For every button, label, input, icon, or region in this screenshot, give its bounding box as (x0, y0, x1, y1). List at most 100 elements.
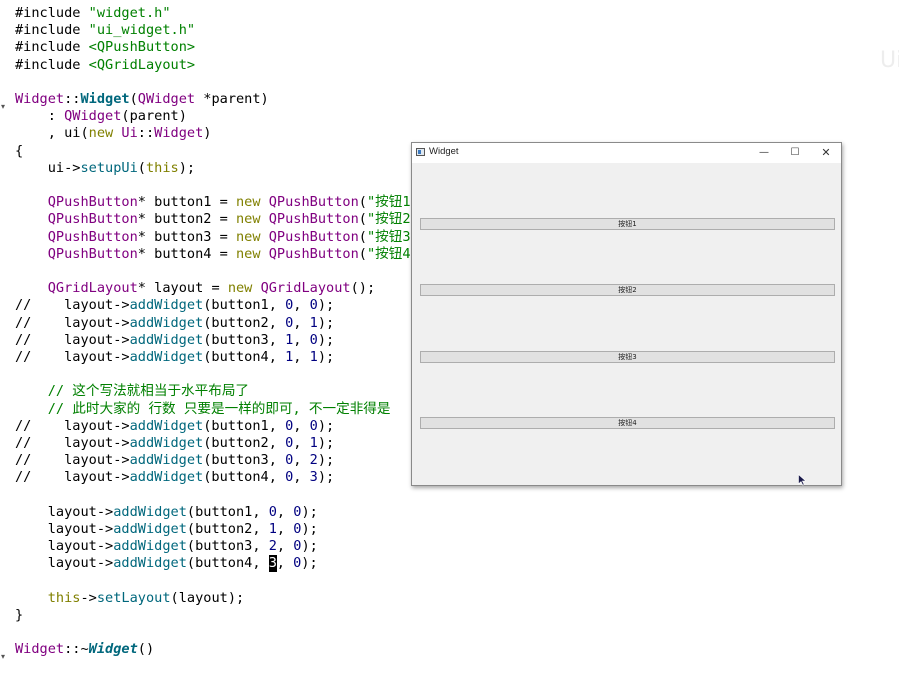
code-token: // 此时大家的 行数 只要是一样的即可, 不一定非得是 (15, 400, 391, 417)
code-token: // layout-> (15, 452, 130, 469)
code-token: addWidget (129, 331, 204, 348)
code-token: * layout = (137, 280, 228, 297)
code-token: ); (317, 331, 335, 348)
code-token: 1 (309, 349, 318, 365)
code-line: Widget::~Widget() (15, 641, 154, 658)
code-token: QPushButton (47, 211, 138, 228)
window-title: Widget (429, 146, 459, 157)
code-token: ); (301, 538, 318, 555)
code-line: #include "ui_widget.h" (15, 22, 195, 39)
code-token: :: (64, 91, 81, 107)
code-token: addWidget (129, 297, 204, 314)
code-token: addWidget (113, 503, 187, 520)
code-line: // layout->addWidget(button4, 1, 1); (15, 349, 334, 366)
code-line: : QWidget(parent) (15, 108, 187, 125)
code-token: QPushButton (47, 245, 138, 262)
code-line: layout->addWidget(button1, 0, 0); (15, 504, 318, 521)
code-token: , (293, 469, 310, 486)
close-button[interactable]: ✕ (812, 143, 840, 163)
code-token: * button4 = (137, 245, 236, 262)
minimize-button[interactable]: — (750, 143, 778, 163)
code-token: ( (358, 211, 367, 228)
code-line: #include "widget.h" (15, 5, 171, 22)
code-token: , (276, 538, 294, 555)
code-token: () (137, 641, 155, 658)
code-token: layout-> (15, 538, 114, 555)
code-token: :: (137, 125, 155, 142)
code-token: , (276, 555, 294, 572)
window-titlebar[interactable]: Widget — ☐ ✕ (412, 143, 841, 163)
code-token: QGridLayout (260, 280, 351, 297)
code-token: Widget (154, 125, 204, 142)
code-token: * button2 = (137, 211, 236, 228)
code-line: layout->addWidget(button3, 2, 0); (15, 538, 318, 555)
code-token: addWidget (113, 521, 187, 537)
code-line: // layout->addWidget(button4, 0, 3); (15, 469, 334, 486)
push-button-4[interactable]: 按钮4 (420, 417, 835, 429)
code-token: addWidget (129, 469, 204, 486)
code-token: 2 (268, 538, 277, 555)
code-token: setupUi (80, 159, 138, 176)
code-token: (button4, (203, 469, 286, 486)
code-token: ); (178, 159, 196, 176)
code-token: // layout-> (15, 417, 130, 434)
code-line: this->setLayout(layout); (15, 590, 244, 607)
code-token: ); (317, 452, 335, 469)
code-token: , (293, 297, 310, 314)
code-token: Widget (15, 91, 65, 107)
code-token: new (227, 280, 253, 297)
code-token: ( (137, 159, 146, 176)
fold-arrow-icon[interactable]: ▾ (1, 652, 5, 661)
code-line: layout->addWidget(button4, 3, 0); (15, 555, 318, 573)
code-token: ); (317, 314, 335, 331)
code-token: ( (358, 228, 367, 245)
code-token: ui-> (15, 159, 81, 176)
code-line: #include <QGridLayout> (15, 57, 195, 74)
maximize-button[interactable]: ☐ (781, 143, 809, 163)
push-button-2[interactable]: 按钮2 (420, 284, 835, 296)
code-token: , (293, 452, 310, 469)
push-button-3[interactable]: 按钮3 (420, 351, 835, 363)
fold-arrow-icon[interactable]: ▾ (1, 102, 5, 111)
code-token: (button2, (203, 314, 286, 331)
code-token: addWidget (113, 555, 187, 572)
code-line: layout->addWidget(button2, 1, 0); (15, 521, 318, 538)
code-token: , (293, 417, 310, 434)
code-token: 1 (268, 521, 277, 537)
code-token: setLayout (96, 589, 171, 606)
code-token: ); (301, 503, 318, 520)
code-line: // layout->addWidget(button1, 0, 0); (15, 418, 334, 435)
widget-window[interactable]: Widget — ☐ ✕ 按钮1 按钮2 按钮3 按钮4 (411, 142, 842, 486)
code-token: QPushButton (268, 245, 359, 262)
push-button-1[interactable]: 按钮1 (420, 218, 835, 230)
code-line: { (15, 143, 23, 160)
code-token: Widget (80, 91, 130, 107)
code-token: , ui( (15, 125, 89, 142)
code-token: (button3, (203, 331, 286, 348)
code-token: // layout-> (15, 349, 130, 365)
code-token: ); (317, 469, 335, 486)
code-token: addWidget (129, 452, 204, 469)
code-token: #include (15, 5, 89, 21)
code-line: ui->setupUi(this); (15, 160, 195, 177)
code-token: <QPushButton> (88, 39, 196, 56)
code-token: ::~ (64, 641, 89, 658)
code-token: addWidget (113, 538, 187, 555)
widget-app-icon (416, 148, 425, 156)
code-token: (parent) (121, 108, 187, 125)
code-token: addWidget (129, 435, 204, 451)
code-token: QWidget (64, 108, 122, 125)
code-line: // layout->addWidget(button3, 0, 2); (15, 452, 334, 469)
code-line: QPushButton* button3 = new QPushButton("… (15, 229, 419, 246)
code-token: QPushButton (268, 228, 359, 245)
code-token: ); (317, 349, 335, 365)
code-line: QPushButton* button2 = new QPushButton("… (15, 211, 419, 228)
code-token: // layout-> (15, 314, 130, 331)
code-token: 1 (309, 435, 318, 451)
